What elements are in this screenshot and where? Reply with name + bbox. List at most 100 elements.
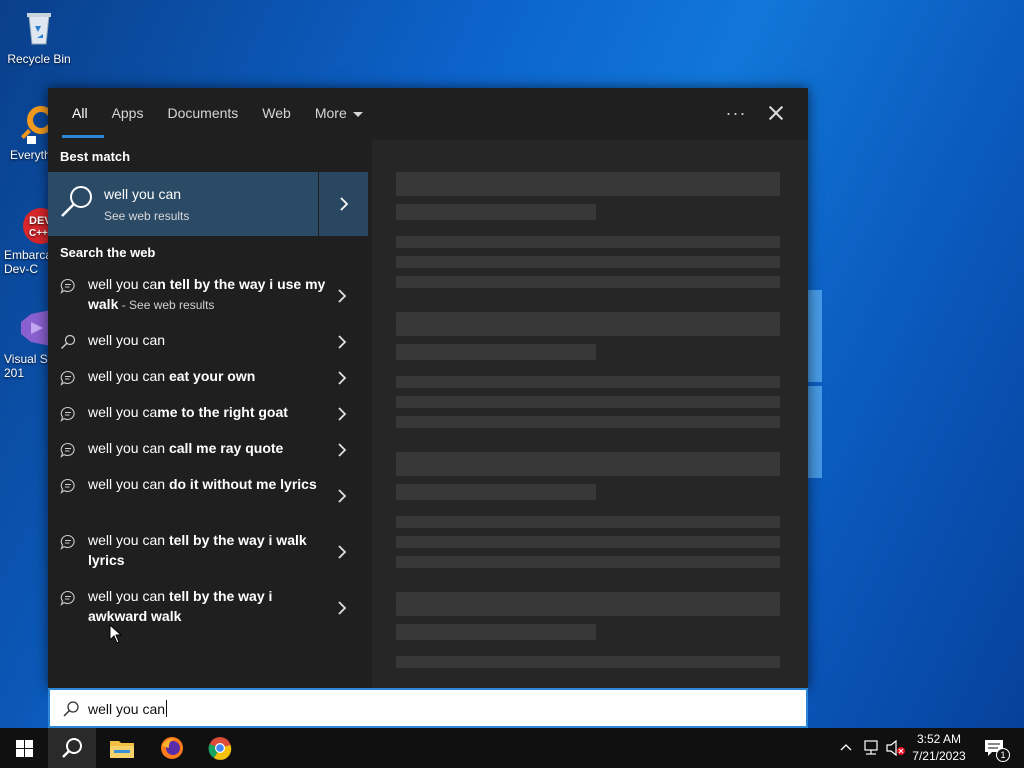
close-button[interactable] — [764, 100, 788, 126]
desktop-icon-recycle-bin[interactable]: Recycle Bin — [4, 8, 74, 66]
chat-search-icon — [60, 370, 75, 386]
taskbar-clock[interactable]: 3:52 AM 7/21/2023 — [904, 731, 974, 765]
loading-placeholder — [396, 276, 780, 288]
chat-search-icon — [60, 406, 75, 422]
suggestion-completion-part: me to the right goat — [157, 404, 288, 420]
action-center-button[interactable]: 1 — [980, 728, 1010, 768]
volume-muted-icon — [886, 740, 905, 756]
web-suggestion-item[interactable]: well you can tell by the way i awkward w… — [48, 586, 368, 630]
loading-placeholder — [396, 592, 780, 616]
network-icon — [864, 740, 878, 755]
chevron-right-icon[interactable] — [337, 488, 347, 504]
clock-time: 3:52 AM — [916, 732, 962, 746]
clock-date: 7/21/2023 — [912, 749, 966, 763]
taskbar-search-button[interactable] — [48, 728, 96, 768]
chat-search-icon — [60, 478, 75, 494]
suggestion-typed-part: well you can — [88, 476, 169, 492]
search-input-value: well you can — [88, 700, 168, 717]
chevron-right-icon[interactable] — [337, 288, 347, 304]
search-query-text: well you can — [88, 701, 166, 717]
loading-placeholder — [396, 312, 780, 336]
best-match-item[interactable]: well you can See web results — [48, 172, 368, 236]
preview-pane-loading — [372, 140, 808, 688]
start-button[interactable] — [0, 728, 48, 768]
web-suggestion-item[interactable]: well you can tell by the way i use my wa… — [48, 274, 368, 318]
loading-placeholder — [396, 452, 780, 476]
taskbar-firefox[interactable] — [148, 728, 196, 768]
web-suggestion-item[interactable]: well you came to the right goat — [48, 402, 368, 426]
suggestion-typed-part: well you ca — [88, 276, 158, 292]
search-tabs: All Apps Documents Web More — [48, 88, 808, 140]
chat-search-icon — [60, 590, 75, 606]
web-suggestion-item[interactable]: well you can tell by the way i walk lyri… — [48, 530, 368, 574]
tab-documents[interactable]: Documents — [155, 88, 250, 140]
loading-placeholder — [396, 204, 596, 220]
tab-all[interactable]: All — [60, 88, 104, 140]
loading-placeholder — [396, 624, 596, 640]
chevron-right-icon[interactable] — [337, 370, 347, 386]
suggestion-completion-part: call me ray quote — [168, 440, 284, 456]
chevron-right-icon — [340, 197, 349, 211]
loading-placeholder — [396, 536, 780, 548]
search-icon — [62, 738, 82, 758]
suggestion-typed-part: well you can — [88, 588, 169, 604]
chat-search-icon — [60, 534, 75, 550]
tab-label: More — [314, 105, 347, 121]
mouse-cursor-icon — [109, 624, 123, 644]
loading-placeholder — [396, 256, 780, 268]
text-cursor — [166, 700, 168, 717]
taskbar-file-explorer[interactable] — [98, 728, 146, 768]
desktop-icon-label: Recycle Bin — [7, 52, 71, 66]
firefox-icon — [161, 737, 183, 759]
wallpaper-beam — [808, 386, 822, 478]
search-icon — [61, 334, 76, 349]
windows-logo-icon — [16, 740, 33, 757]
loading-placeholder — [396, 236, 780, 248]
web-suggestion-item[interactable]: well you can do it without me lyrics — [48, 474, 368, 518]
best-match-main[interactable]: well you can See web results — [48, 172, 318, 236]
tab-more[interactable]: More — [303, 88, 375, 140]
chevron-right-icon[interactable] — [337, 406, 347, 422]
recycle-bin-icon — [27, 13, 51, 45]
chevron-right-icon[interactable] — [337, 442, 347, 458]
loading-placeholder — [396, 484, 596, 500]
chevron-right-icon[interactable] — [337, 600, 347, 616]
best-match-subtitle: See web results — [104, 209, 190, 223]
tab-web[interactable]: Web — [250, 88, 303, 140]
loading-placeholder — [396, 172, 780, 196]
loading-placeholder — [396, 344, 596, 360]
chrome-icon — [208, 737, 232, 760]
search-input[interactable]: well you can — [48, 688, 808, 728]
loading-placeholder — [396, 656, 780, 668]
tab-label: Documents — [167, 105, 239, 121]
suggestion-completion-part: do it without me lyrics — [168, 476, 317, 492]
taskbar-chrome[interactable] — [196, 728, 244, 768]
web-suggestion-item[interactable]: well you can eat your own — [48, 366, 368, 390]
chevron-right-icon[interactable] — [337, 544, 347, 560]
wallpaper-beam — [808, 290, 822, 382]
search-panel: All Apps Documents Web More ··· Best mat… — [48, 88, 808, 688]
web-suggestion-item[interactable]: well you can call me ray quote — [48, 438, 368, 462]
tab-apps[interactable]: Apps — [100, 88, 156, 140]
folder-icon — [110, 741, 134, 758]
web-suggestion-text: well you can eat your own — [88, 366, 328, 386]
chevron-right-icon[interactable] — [337, 334, 347, 350]
loading-placeholder — [396, 556, 780, 568]
suggestion-typed-part: well you ca — [88, 404, 158, 420]
suggestion-completion-part: eat your own — [168, 368, 256, 384]
suggestion-typed-part: well you can — [88, 440, 169, 456]
best-match-heading: Best match — [60, 149, 131, 164]
taskbar: 3:52 AM 7/21/2023 1 — [0, 728, 1024, 768]
web-suggestion-text: well you can tell by the way i use my wa… — [88, 274, 328, 315]
chat-search-icon — [60, 442, 75, 458]
best-match-title: well you can — [104, 186, 182, 202]
more-options-button[interactable]: ··· — [724, 102, 748, 126]
notification-count-badge: 1 — [996, 748, 1010, 762]
svg-text:C++: C++ — [29, 228, 48, 239]
web-search-heading: Search the web — [60, 245, 156, 260]
web-suggestion-item[interactable]: well you can — [48, 330, 368, 354]
suggestion-hint: - See web results — [118, 298, 215, 312]
loading-placeholder — [396, 376, 780, 388]
tab-label: Apps — [111, 105, 144, 121]
best-match-expand-button[interactable] — [318, 172, 368, 236]
